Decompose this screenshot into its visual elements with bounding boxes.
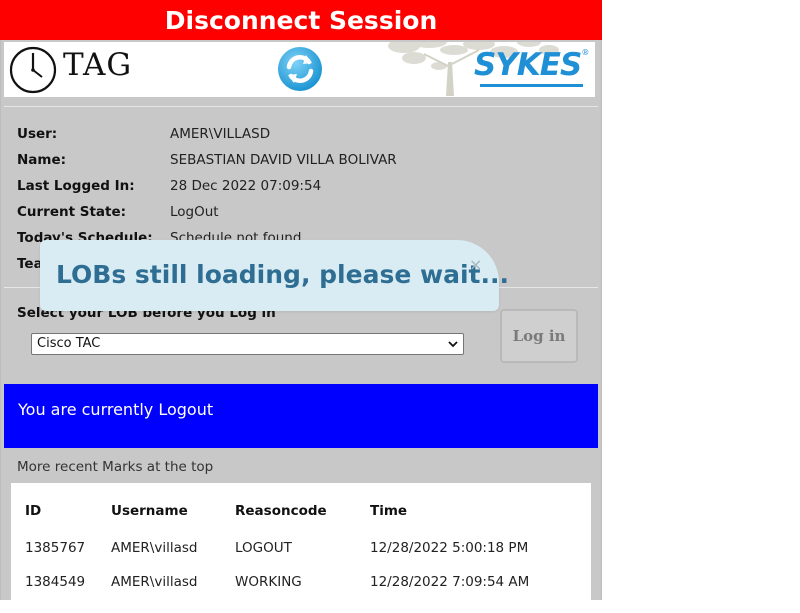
status-banner: You are currently Logout <box>4 384 598 448</box>
sykes-logo-text: SYKES <box>474 47 582 83</box>
column-header-reasoncode: Reasoncode <box>235 503 327 519</box>
column-header-time: Time <box>370 503 408 519</box>
info-label: Current State: <box>17 204 127 220</box>
chevron-down-icon <box>448 341 458 348</box>
refresh-icon[interactable] <box>276 45 324 93</box>
clock-icon <box>9 46 57 94</box>
cell-time: 12/28/2022 7:09:54 AM <box>370 574 530 590</box>
main-panel: TAG SYKES® User: AMER\VILLASD Name: SEBA… <box>0 40 602 613</box>
info-value: LogOut <box>170 204 219 220</box>
sykes-logo: SYKES® <box>474 47 590 87</box>
info-value: SEBASTIAN DAVID VILLA BOLIVAR <box>170 152 397 168</box>
toast-message: LOBs still loading, please wait... <box>56 260 509 289</box>
close-icon[interactable]: × <box>469 257 482 273</box>
login-button[interactable]: Log in <box>500 309 578 363</box>
sykes-underline <box>480 84 583 87</box>
recent-marks-note: More recent Marks at the top <box>17 459 214 475</box>
info-value: 28 Dec 2022 07:09:54 <box>170 178 322 194</box>
lob-select[interactable]: Cisco TAC <box>31 333 464 355</box>
info-label: Tea <box>17 256 43 272</box>
cell-id: 1384549 <box>25 574 86 590</box>
disconnect-session-button[interactable]: Disconnect Session <box>0 0 602 40</box>
cell-username: AMER\villasd <box>111 574 198 590</box>
column-header-username: Username <box>111 503 188 519</box>
registered-mark: ® <box>581 48 590 57</box>
cell-username: AMER\villasd <box>111 540 198 556</box>
tag-app: Disconnect Session TAG SYKES® User: AMER… <box>0 0 602 613</box>
marks-table: ID Username Reasoncode Time 1385767 AMER… <box>11 483 591 613</box>
info-label: User: <box>17 126 58 142</box>
cell-time: 12/28/2022 5:00:18 PM <box>370 540 529 556</box>
status-text: You are currently Logout <box>18 400 214 419</box>
header-banner: TAG SYKES® <box>4 42 595 97</box>
info-label: Last Logged In: <box>17 178 135 194</box>
cell-id: 1385767 <box>25 540 86 556</box>
loading-toast: LOBs still loading, please wait... × <box>40 240 509 311</box>
info-label: Name: <box>17 152 67 168</box>
cell-reasoncode: LOGOUT <box>235 540 292 556</box>
cell-reasoncode: WORKING <box>235 574 302 590</box>
tag-logo-text: TAG <box>63 47 133 83</box>
lob-selected-value: Cisco TAC <box>37 336 101 351</box>
divider <box>4 106 598 107</box>
column-header-id: ID <box>25 503 42 519</box>
info-value: AMER\VILLASD <box>170 126 271 142</box>
